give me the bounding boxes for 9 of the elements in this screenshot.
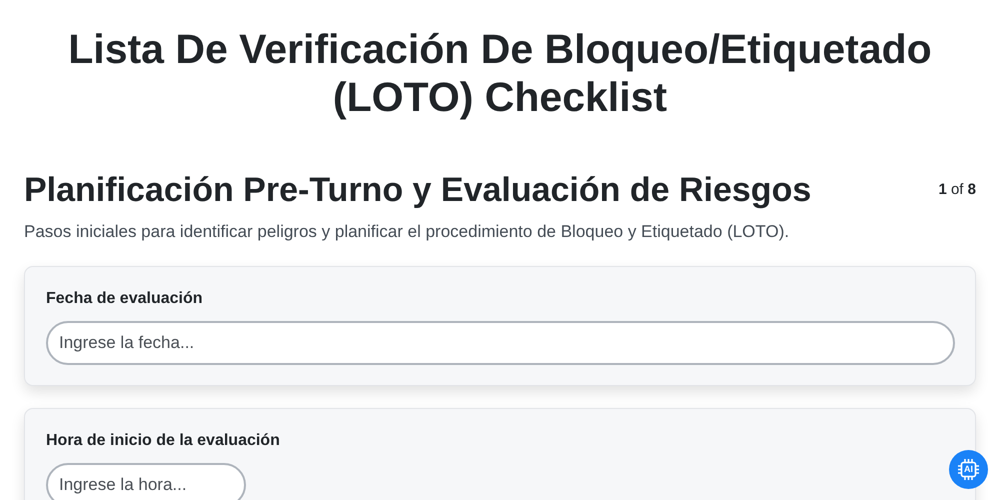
section-heading: Planificación Pre-Turno y Evaluación de Riesgos bbox=[24, 170, 812, 211]
page-title: Lista De Verificación De Bloqueo/Etiquetado (LOTO) Checklist bbox=[67, 26, 933, 122]
field-label: Fecha de evaluación bbox=[46, 289, 204, 310]
step-counter: 1 of 8 bbox=[938, 180, 976, 200]
section-description: Pasos iniciales para identificar peligros y planificar el procedimiento de Bloqueo y Etiquetado (LOTO). bbox=[24, 220, 790, 243]
input-field[interactable]: Ingrese la hora... bbox=[46, 463, 246, 500]
chip-icon bbox=[957, 458, 980, 481]
input-field[interactable]: Ingrese la fecha... bbox=[46, 321, 955, 366]
field-label: Hora de inicio de la evaluación bbox=[46, 431, 281, 452]
